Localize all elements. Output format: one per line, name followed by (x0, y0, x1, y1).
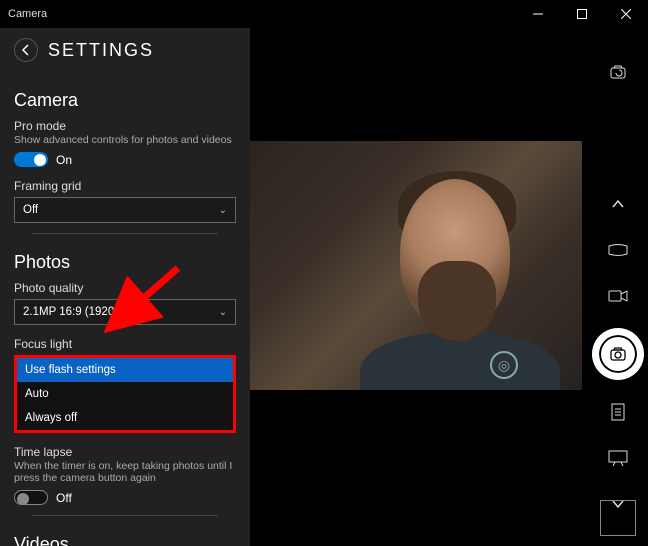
pro-mode-desc: Show advanced controls for photos and vi… (14, 134, 236, 146)
chevron-up-icon (611, 197, 625, 211)
framing-grid-value: Off (23, 204, 38, 216)
switch-camera-icon (609, 63, 627, 81)
video-mode-button[interactable] (608, 286, 628, 306)
titlebar: Camera (0, 0, 648, 28)
window-title: Camera (8, 8, 47, 20)
focus-light-option-always-off[interactable]: Always off (17, 406, 233, 430)
section-videos-heading: Videos (14, 534, 236, 546)
focus-light-dropdown: Use flash settings Auto Always off (14, 355, 236, 433)
switch-camera-button[interactable] (608, 62, 628, 82)
video-icon (608, 289, 628, 303)
focus-light-option-use-flash[interactable]: Use flash settings (17, 358, 233, 382)
focus-light-label: Focus light (14, 337, 236, 351)
mode-up-button[interactable] (608, 194, 628, 214)
whiteboard-icon (608, 450, 628, 466)
arrow-left-icon (20, 44, 32, 56)
chevron-down-icon: ⌄ (219, 205, 227, 216)
camera-icon (609, 345, 627, 363)
section-photos-heading: Photos (14, 252, 236, 273)
photo-quality-value: 2.1MP 16:9 (1920x1080) (23, 306, 149, 318)
camera-app-window: Camera ◎ SETTINGS Camera Pro mode Show a… (0, 0, 648, 546)
divider (32, 515, 218, 516)
back-button[interactable] (14, 38, 38, 62)
time-lapse-desc: When the timer is on, keep taking photos… (14, 460, 236, 484)
panel-title: SETTINGS (48, 40, 154, 61)
whiteboard-mode-button[interactable] (608, 448, 628, 468)
settings-panel: SETTINGS Camera Pro mode Show advanced c… (0, 28, 250, 546)
right-rail (588, 56, 648, 546)
content-area: ◎ SETTINGS Camera Pro mode Show advanced… (0, 28, 648, 546)
close-button[interactable] (604, 0, 648, 28)
divider (32, 233, 218, 234)
panorama-icon (608, 243, 628, 257)
window-controls (516, 0, 648, 28)
pro-mode-state: On (56, 153, 72, 167)
pro-mode-label: Pro mode (14, 119, 236, 133)
framing-grid-select[interactable]: Off ⌄ (14, 197, 236, 223)
time-lapse-toggle[interactable] (14, 490, 48, 505)
last-capture-thumbnail[interactable] (600, 500, 636, 536)
time-lapse-label: Time lapse (14, 445, 236, 459)
minimize-button[interactable] (516, 0, 560, 28)
time-lapse-state: Off (56, 491, 72, 505)
photo-quality-label: Photo quality (14, 281, 236, 295)
focus-light-option-auto[interactable]: Auto (17, 382, 233, 406)
section-camera-heading: Camera (14, 90, 236, 111)
document-icon (610, 403, 626, 421)
pro-mode-toggle[interactable] (14, 152, 48, 167)
framing-grid-label: Framing grid (14, 179, 236, 193)
maximize-button[interactable] (560, 0, 604, 28)
panorama-mode-button[interactable] (608, 240, 628, 260)
chevron-down-icon: ⌄ (219, 307, 227, 318)
photo-quality-select[interactable]: 2.1MP 16:9 (1920x1080) ⌄ (14, 299, 236, 325)
capture-button[interactable] (596, 332, 640, 376)
camera-preview: ◎ (250, 141, 582, 390)
document-mode-button[interactable] (608, 402, 628, 422)
